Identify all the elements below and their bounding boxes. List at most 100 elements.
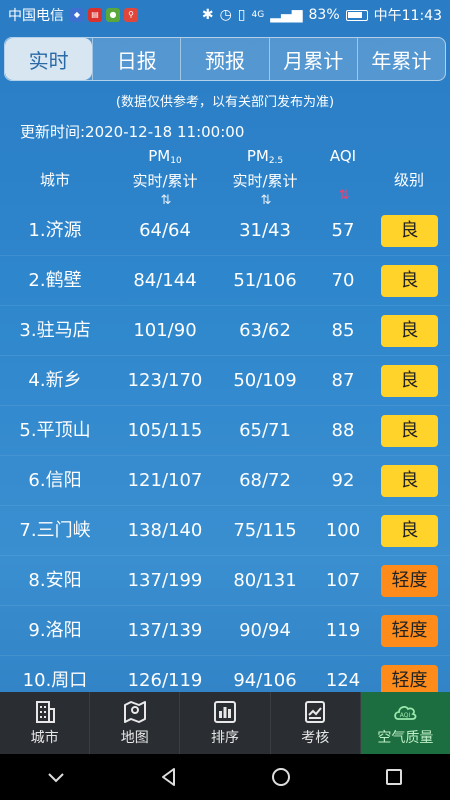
row-city: 9.洛阳 bbox=[28, 620, 82, 641]
news-app-icon: ▤ bbox=[88, 8, 102, 22]
row-pm25: 31/43 bbox=[239, 220, 291, 241]
home-icon[interactable] bbox=[270, 766, 292, 788]
row-pm10: 123/170 bbox=[127, 370, 203, 391]
row-aqi: 87 bbox=[331, 370, 355, 391]
level-badge: 良 bbox=[381, 265, 438, 297]
row-city: 1.济源 bbox=[28, 220, 82, 241]
disclaimer-note: (数据仅供参考，以有关部门发布为准) bbox=[115, 95, 335, 110]
table-row[interactable]: 8.安阳 137/199 80/131 107 轻度 bbox=[0, 556, 450, 606]
row-aqi: 88 bbox=[331, 420, 355, 441]
signal-bars-icon: ▂▄▆ bbox=[270, 7, 303, 23]
update-time: 更新时间:2020-12-18 11:00:00 bbox=[20, 123, 245, 141]
shield-app-icon: ◆ bbox=[70, 8, 84, 22]
row-pm25: 65/71 bbox=[239, 420, 291, 441]
row-pm25: 90/94 bbox=[239, 620, 291, 641]
pm25-label: PM bbox=[246, 147, 269, 165]
alarm-icon: ◷ bbox=[219, 7, 232, 23]
row-aqi: 100 bbox=[325, 520, 361, 541]
table-row[interactable]: 9.洛阳 137/139 90/94 119 轻度 bbox=[0, 606, 450, 656]
row-pm25: 75/115 bbox=[233, 520, 297, 541]
nav-ranking[interactable]: 排序 bbox=[179, 692, 269, 754]
tab-realtime[interactable]: 实时 bbox=[5, 38, 93, 80]
aqi-sort-icon[interactable]: ⇅ bbox=[318, 186, 368, 206]
signal-4g-icon: 4G bbox=[251, 10, 265, 20]
row-pm10: 137/139 bbox=[127, 620, 203, 641]
tab-yearly[interactable]: 年累计 bbox=[356, 38, 445, 80]
row-aqi: 70 bbox=[331, 270, 355, 291]
row-pm10: 84/144 bbox=[133, 270, 197, 291]
row-city: 2.鹤壁 bbox=[28, 270, 82, 291]
nav-air-quality[interactable]: AQI 空气质量 bbox=[359, 692, 450, 754]
nav-ranking-label: 排序 bbox=[211, 730, 239, 746]
building-icon bbox=[35, 701, 55, 723]
tab-daily[interactable]: 日报 bbox=[92, 38, 180, 80]
game-app-icon: ● bbox=[106, 8, 120, 22]
aqi-label: AQI bbox=[329, 147, 357, 165]
row-aqi: 119 bbox=[325, 620, 361, 641]
nav-map-label: 地图 bbox=[120, 730, 149, 746]
header-aqi[interactable]: AQI ⇅ bbox=[318, 146, 368, 206]
battery-icon bbox=[345, 9, 368, 21]
bottom-nav: 城市 地图 排序 考核 AQI 空气质量 bbox=[0, 692, 450, 754]
level-badge: 良 bbox=[381, 315, 438, 347]
level-badge: 良 bbox=[381, 215, 438, 247]
level-badge: 良 bbox=[381, 365, 438, 397]
bluetooth-icon: ✱ bbox=[201, 7, 214, 23]
pm25-subscript: 2.5 bbox=[268, 156, 284, 166]
row-pm10: 138/140 bbox=[127, 520, 203, 541]
chevron-down-icon[interactable] bbox=[45, 766, 67, 788]
nav-assessment-label: 考核 bbox=[301, 730, 330, 746]
nav-air-quality-label: 空气质量 bbox=[377, 730, 434, 746]
nav-map[interactable]: 地图 bbox=[89, 692, 179, 754]
location-app-icon: ⚲ bbox=[124, 8, 138, 22]
header-level: 级别 bbox=[393, 171, 424, 189]
assessment-icon bbox=[305, 701, 326, 723]
row-pm25: 51/106 bbox=[233, 270, 297, 291]
level-badge: 轻度 bbox=[381, 615, 438, 647]
table-row[interactable]: 6.信阳 121/107 68/72 92 良 bbox=[0, 456, 450, 506]
system-nav-bar bbox=[0, 754, 450, 800]
table-row[interactable]: 3.驻马店 101/90 63/62 85 良 bbox=[0, 306, 450, 356]
header-pm10[interactable]: PM10 实时/累计 ⇅ bbox=[110, 146, 220, 211]
row-pm10: 137/199 bbox=[127, 570, 203, 591]
level-badge: 良 bbox=[381, 415, 438, 447]
carrier-name: 中国电信 bbox=[8, 8, 64, 24]
table-row[interactable]: 2.鹤壁 84/144 51/106 70 良 bbox=[0, 256, 450, 306]
row-pm10: 121/107 bbox=[127, 470, 203, 491]
aqi-cloud-text: AQI bbox=[400, 712, 411, 719]
header-pm25[interactable]: PM2.5 实时/累计 ⇅ bbox=[210, 146, 320, 211]
nav-assessment[interactable]: 考核 bbox=[269, 692, 360, 754]
battery-percent: 83% bbox=[308, 7, 340, 23]
row-city: 4.新乡 bbox=[28, 370, 82, 391]
tab-forecast[interactable]: 预报 bbox=[180, 38, 268, 80]
tab-monthly[interactable]: 月累计 bbox=[268, 38, 357, 80]
table-row[interactable]: 5.平顶山 105/115 65/71 88 良 bbox=[0, 406, 450, 456]
level-badge: 良 bbox=[381, 465, 438, 497]
row-city: 6.信阳 bbox=[28, 470, 82, 491]
row-pm10: 101/90 bbox=[133, 320, 197, 341]
ranking-icon bbox=[214, 701, 236, 723]
clock-time: 中午11:43 bbox=[373, 8, 442, 24]
table-row[interactable]: 4.新乡 123/170 50/109 87 良 bbox=[0, 356, 450, 406]
table-row[interactable]: 1.济源 64/64 31/43 57 良 bbox=[0, 206, 450, 256]
row-city: 3.驻马店 bbox=[19, 320, 91, 341]
row-city: 7.三门峡 bbox=[19, 520, 91, 541]
row-city: 5.平顶山 bbox=[19, 420, 91, 441]
nav-city-label: 城市 bbox=[30, 730, 59, 746]
pm10-label: PM bbox=[148, 147, 171, 165]
row-pm25: 68/72 bbox=[239, 470, 291, 491]
nav-city[interactable]: 城市 bbox=[0, 692, 89, 754]
pm25-desc: 实时/累计 bbox=[232, 172, 298, 190]
header-city[interactable]: 城市 bbox=[0, 170, 110, 190]
table-row[interactable]: 7.三门峡 138/140 75/115 100 良 bbox=[0, 506, 450, 556]
row-aqi: 92 bbox=[331, 470, 355, 491]
app-screen: 中国电信 ◆ ▤ ● ⚲ ✱ ◷ ▯ 4G ▂▄▆ 83% 中午11:43 实时… bbox=[0, 0, 450, 800]
row-aqi: 85 bbox=[331, 320, 355, 341]
level-badge: 轻度 bbox=[381, 565, 438, 597]
recent-apps-icon[interactable] bbox=[383, 766, 405, 788]
row-aqi: 57 bbox=[331, 220, 355, 241]
back-icon[interactable] bbox=[158, 766, 180, 788]
report-tabs: 实时 日报 预报 月累计 年累计 bbox=[4, 37, 446, 81]
pm10-subscript: 10 bbox=[170, 156, 182, 166]
vibrate-icon: ▯ bbox=[237, 7, 246, 23]
